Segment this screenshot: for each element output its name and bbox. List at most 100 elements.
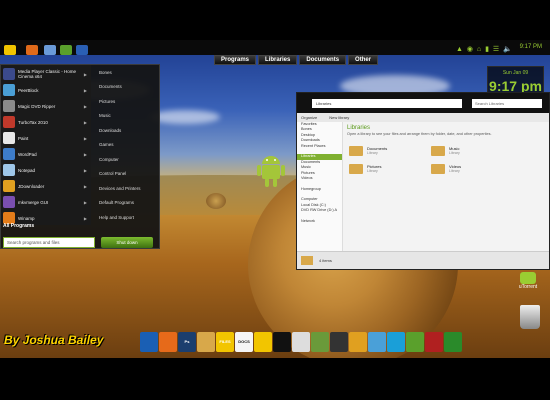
firefox-icon[interactable] bbox=[26, 45, 38, 55]
shutdown-button[interactable]: Shut down bbox=[101, 237, 153, 248]
pictures-icon[interactable] bbox=[311, 332, 329, 352]
program-item[interactable]: mkvmerge GUI ▶ bbox=[3, 195, 89, 209]
program-item[interactable]: Paint ▶ bbox=[3, 131, 89, 145]
chevron-right-icon: ▶ bbox=[83, 183, 87, 189]
tray-clock[interactable]: 9:17 PM bbox=[520, 44, 542, 50]
libraries-subheading: Open a library to see your files and arr… bbox=[347, 132, 492, 136]
search-input[interactable]: Search programs and files bbox=[3, 237, 95, 248]
explorer-content: Libraries Open a library to see your fil… bbox=[347, 122, 547, 252]
media-icon[interactable] bbox=[330, 332, 348, 352]
program-label: Magic DVD Ripper bbox=[18, 103, 56, 109]
paint-icon bbox=[3, 132, 15, 144]
explorer-icon[interactable] bbox=[76, 45, 88, 55]
settings-icon[interactable] bbox=[425, 332, 443, 352]
place-item[interactable]: Control Panel bbox=[95, 167, 161, 182]
desktop-utorrent[interactable]: uTorrent bbox=[515, 272, 541, 290]
library-music[interactable]: Music Library bbox=[431, 146, 511, 160]
firefox-icon[interactable] bbox=[159, 332, 177, 352]
place-item[interactable]: Music bbox=[95, 109, 161, 124]
program-item[interactable]: Media Player Classic - Home Cinema x64 ▶ bbox=[3, 67, 89, 81]
program-label: JDownloader bbox=[18, 183, 45, 189]
start-menu: Media Player Classic - Home Cinema x64 ▶ P… bbox=[0, 64, 160, 249]
start-menu-programs: Media Player Classic - Home Cinema x64 ▶ P… bbox=[1, 65, 91, 225]
android-icon bbox=[257, 156, 285, 187]
signature: By Joshua Bailey bbox=[4, 333, 104, 347]
chevron-right-icon: ▶ bbox=[83, 71, 87, 77]
place-item[interactable]: Pictures bbox=[95, 94, 161, 109]
notepad-icon bbox=[3, 164, 15, 176]
place-item[interactable]: Default Programs bbox=[95, 196, 161, 211]
skype-icon[interactable] bbox=[387, 332, 405, 352]
start-menu-places: Bones Documents Pictures Music Downloads Game… bbox=[95, 65, 161, 225]
program-label: Paint bbox=[18, 135, 29, 141]
all-programs[interactable]: All Programs bbox=[3, 223, 34, 229]
chevron-right-icon: ▶ bbox=[83, 119, 87, 125]
docs-icon[interactable]: DOCS bbox=[235, 332, 253, 352]
system-tray[interactable]: ▲ ◉ ⌂ ▮ ☰ 🔈 bbox=[456, 45, 513, 53]
place-item[interactable]: Devices and Printers bbox=[95, 181, 161, 196]
program-item[interactable]: JDownloader ▶ bbox=[3, 179, 89, 193]
dock: Ps FILES DOCS bbox=[140, 332, 463, 354]
program-item[interactable]: WordPad ▶ bbox=[3, 147, 89, 161]
address-bar[interactable]: Libraries bbox=[312, 99, 462, 108]
place-item[interactable]: Help and Support bbox=[95, 210, 161, 225]
turbotax-icon bbox=[3, 116, 15, 128]
place-item[interactable]: Computer bbox=[95, 152, 161, 167]
chevron-right-icon: ▶ bbox=[83, 199, 87, 205]
place-item[interactable]: Games bbox=[95, 138, 161, 153]
libraries-heading: Libraries bbox=[347, 125, 371, 131]
chevron-right-icon: ▶ bbox=[83, 103, 87, 109]
organize-button[interactable]: Organize bbox=[301, 115, 317, 120]
status-bar: 4 items bbox=[297, 251, 549, 269]
address-text: Libraries bbox=[316, 101, 332, 106]
chevron-right-icon: ▶ bbox=[83, 215, 87, 221]
files-icon[interactable]: FILES bbox=[216, 332, 234, 352]
program-item[interactable]: PeerBlock ▶ bbox=[3, 83, 89, 97]
navigation-pane: Favorites Bones Desktop Downloads Recent Pla… bbox=[297, 122, 343, 252]
folder-icon[interactable] bbox=[197, 332, 215, 352]
nav-item[interactable]: Network bbox=[297, 219, 342, 224]
program-item[interactable]: TurboTax 2010 ▶ bbox=[3, 115, 89, 129]
program-label: Winamp bbox=[18, 215, 35, 221]
photoshop-icon[interactable]: Ps bbox=[178, 332, 196, 352]
chevron-right-icon: ▶ bbox=[83, 87, 87, 93]
program-label: TurboTax 2010 bbox=[18, 119, 48, 125]
explorer-search[interactable]: Search Libraries bbox=[472, 99, 542, 108]
dvd-ripper-icon bbox=[3, 100, 15, 112]
place-item[interactable]: Documents bbox=[95, 80, 161, 95]
explorer-window: Libraries Search Libraries Organize New … bbox=[296, 92, 550, 270]
menu-documents[interactable]: Documents bbox=[299, 55, 347, 65]
folder-icon[interactable] bbox=[44, 45, 56, 55]
recycle-bin-icon[interactable] bbox=[520, 305, 540, 329]
utorrent-icon[interactable] bbox=[60, 45, 72, 55]
clock-date: Sun Jan 09 bbox=[502, 70, 529, 76]
mkvmerge-icon bbox=[3, 196, 15, 208]
peerblock-icon bbox=[3, 84, 15, 96]
menu-libraries[interactable]: Libraries bbox=[258, 55, 298, 65]
network-icon[interactable] bbox=[292, 332, 310, 352]
new-library-button[interactable]: New library bbox=[329, 115, 349, 120]
place-item[interactable]: Downloads bbox=[95, 123, 161, 138]
chevron-right-icon: ▶ bbox=[83, 167, 87, 173]
explorer-toolbar: Organize New library bbox=[297, 113, 549, 122]
utorrent-dock-icon[interactable] bbox=[406, 332, 424, 352]
bottom-bar bbox=[0, 358, 550, 400]
utorrent-icon bbox=[520, 272, 536, 284]
place-item[interactable]: Bones bbox=[95, 65, 161, 80]
program-label: PeerBlock bbox=[18, 87, 39, 93]
program-item[interactable]: Magic DVD Ripper ▶ bbox=[3, 99, 89, 113]
menu-other[interactable]: Other bbox=[348, 55, 379, 65]
library-videos[interactable]: Videos Library bbox=[431, 164, 511, 178]
library-documents[interactable]: Documents Library bbox=[349, 146, 429, 160]
arrow-icon[interactable] bbox=[254, 332, 272, 352]
terminal-icon[interactable] bbox=[273, 332, 291, 352]
windows-icon[interactable] bbox=[140, 332, 158, 352]
chevron-right-icon: ▶ bbox=[83, 135, 87, 141]
program-item[interactable]: Notepad ▶ bbox=[3, 163, 89, 177]
start-orb-icon[interactable] bbox=[4, 45, 16, 55]
library-pictures[interactable]: Pictures Library bbox=[349, 164, 429, 178]
recycle-icon[interactable] bbox=[444, 332, 462, 352]
player-icon[interactable] bbox=[349, 332, 367, 352]
menu-programs[interactable]: Programs bbox=[214, 55, 257, 65]
chat-icon[interactable] bbox=[368, 332, 386, 352]
